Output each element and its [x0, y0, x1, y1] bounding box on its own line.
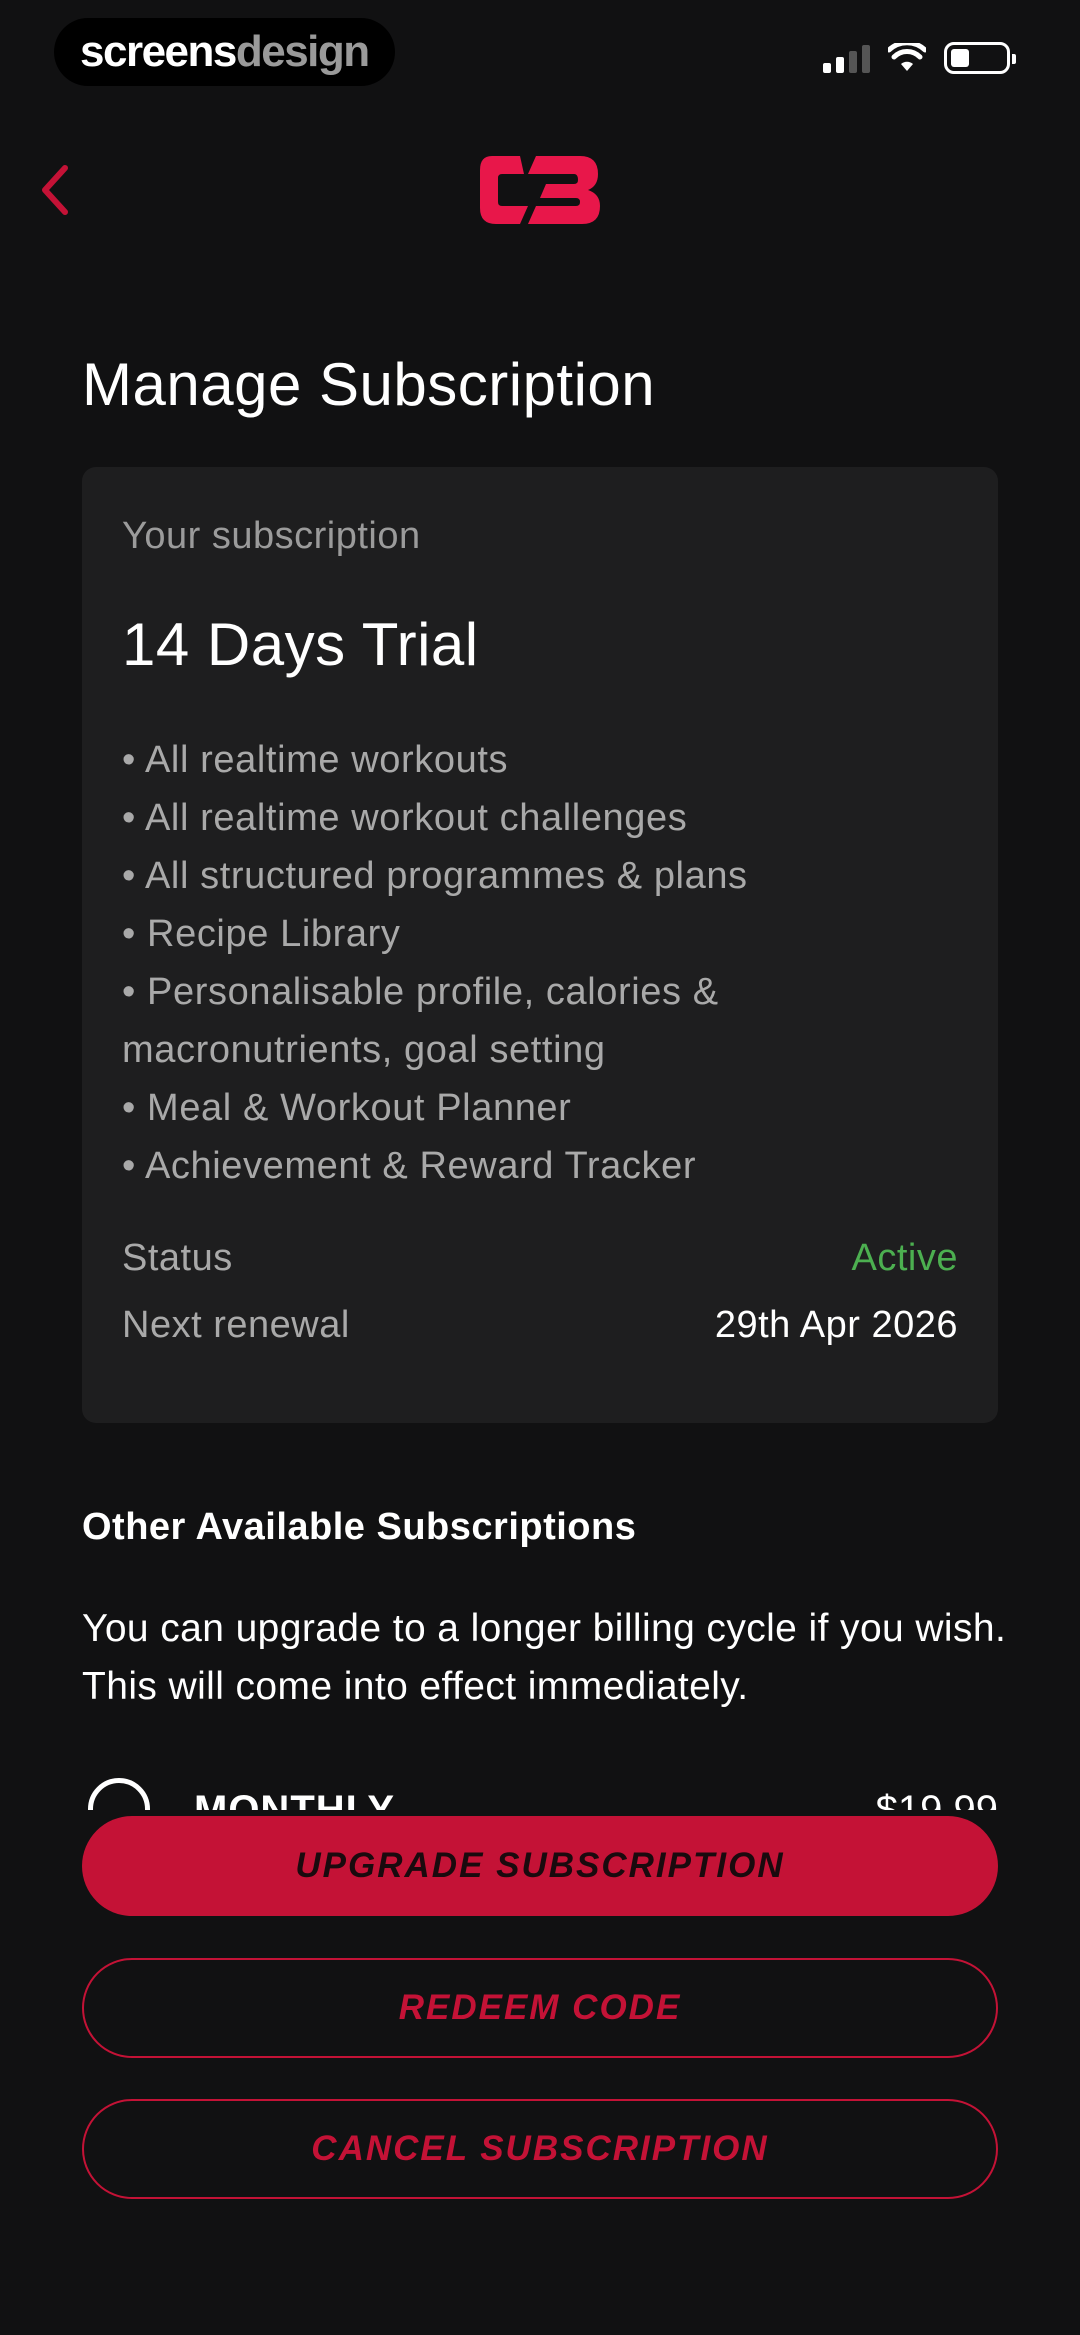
renewal-date: 29th Apr 2026 — [714, 1304, 958, 1346]
subscription-option-monthly[interactable]: MONTHLY $19.99 — [82, 1770, 998, 1810]
nav-bar — [0, 130, 1080, 250]
feature-item: • All structured programmes & plans — [122, 855, 748, 897]
chevron-left-icon — [42, 165, 68, 215]
other-subscriptions-description: You can upgrade to a longer billing cycl… — [82, 1607, 1007, 1708]
back-button[interactable] — [24, 160, 84, 220]
feature-item: • Meal & Workout Planner — [122, 1087, 572, 1129]
feature-item: • Recipe Library — [122, 913, 401, 955]
option-label: MONTHLY — [194, 1788, 396, 1810]
upgrade-subscription-button[interactable]: UPGRADE SUBSCRIPTION — [82, 1816, 998, 1916]
subscription-card: Your subscription 14 Days Trial • All re… — [82, 467, 998, 1423]
watermark-text-primary: screens — [80, 27, 237, 76]
other-subscriptions-title: Other Available Subscriptions — [82, 1506, 637, 1548]
cancel-subscription-button[interactable]: CANCEL SUBSCRIPTION — [82, 2099, 998, 2199]
plan-name: 14 Days Trial — [122, 611, 479, 678]
radio-button[interactable] — [88, 1778, 150, 1810]
wifi-icon — [888, 43, 926, 71]
feature-item: • All realtime workout challenges — [122, 797, 688, 839]
status-badge: Active — [851, 1237, 958, 1279]
watermark-badge: screens design — [54, 18, 395, 86]
page-title: Manage Subscription — [82, 351, 656, 418]
watermark-text-secondary: design — [235, 27, 370, 76]
feature-item: • Achievement & Reward Tracker — [122, 1145, 697, 1187]
status-bar: screens design — [0, 0, 1080, 110]
redeem-code-button[interactable]: REDEEM CODE — [82, 1958, 998, 2058]
status-row: Status Active — [122, 1237, 958, 1280]
cellular-signal-icon — [823, 43, 870, 73]
feature-item: • Personalisable profile, calories & mac… — [122, 971, 719, 1071]
status-label: Status — [122, 1237, 233, 1279]
battery-icon — [944, 42, 1016, 74]
renewal-label: Next renewal — [122, 1304, 350, 1346]
cb-logo-icon — [480, 156, 600, 224]
card-label: Your subscription — [122, 515, 421, 557]
feature-list: • All realtime workouts • All realtime w… — [122, 731, 958, 1195]
status-icons — [823, 42, 1016, 74]
renewal-row: Next renewal 29th Apr 2026 — [122, 1304, 958, 1347]
option-price: $19.99 — [875, 1788, 998, 1810]
feature-item: • All realtime workouts — [122, 739, 509, 781]
